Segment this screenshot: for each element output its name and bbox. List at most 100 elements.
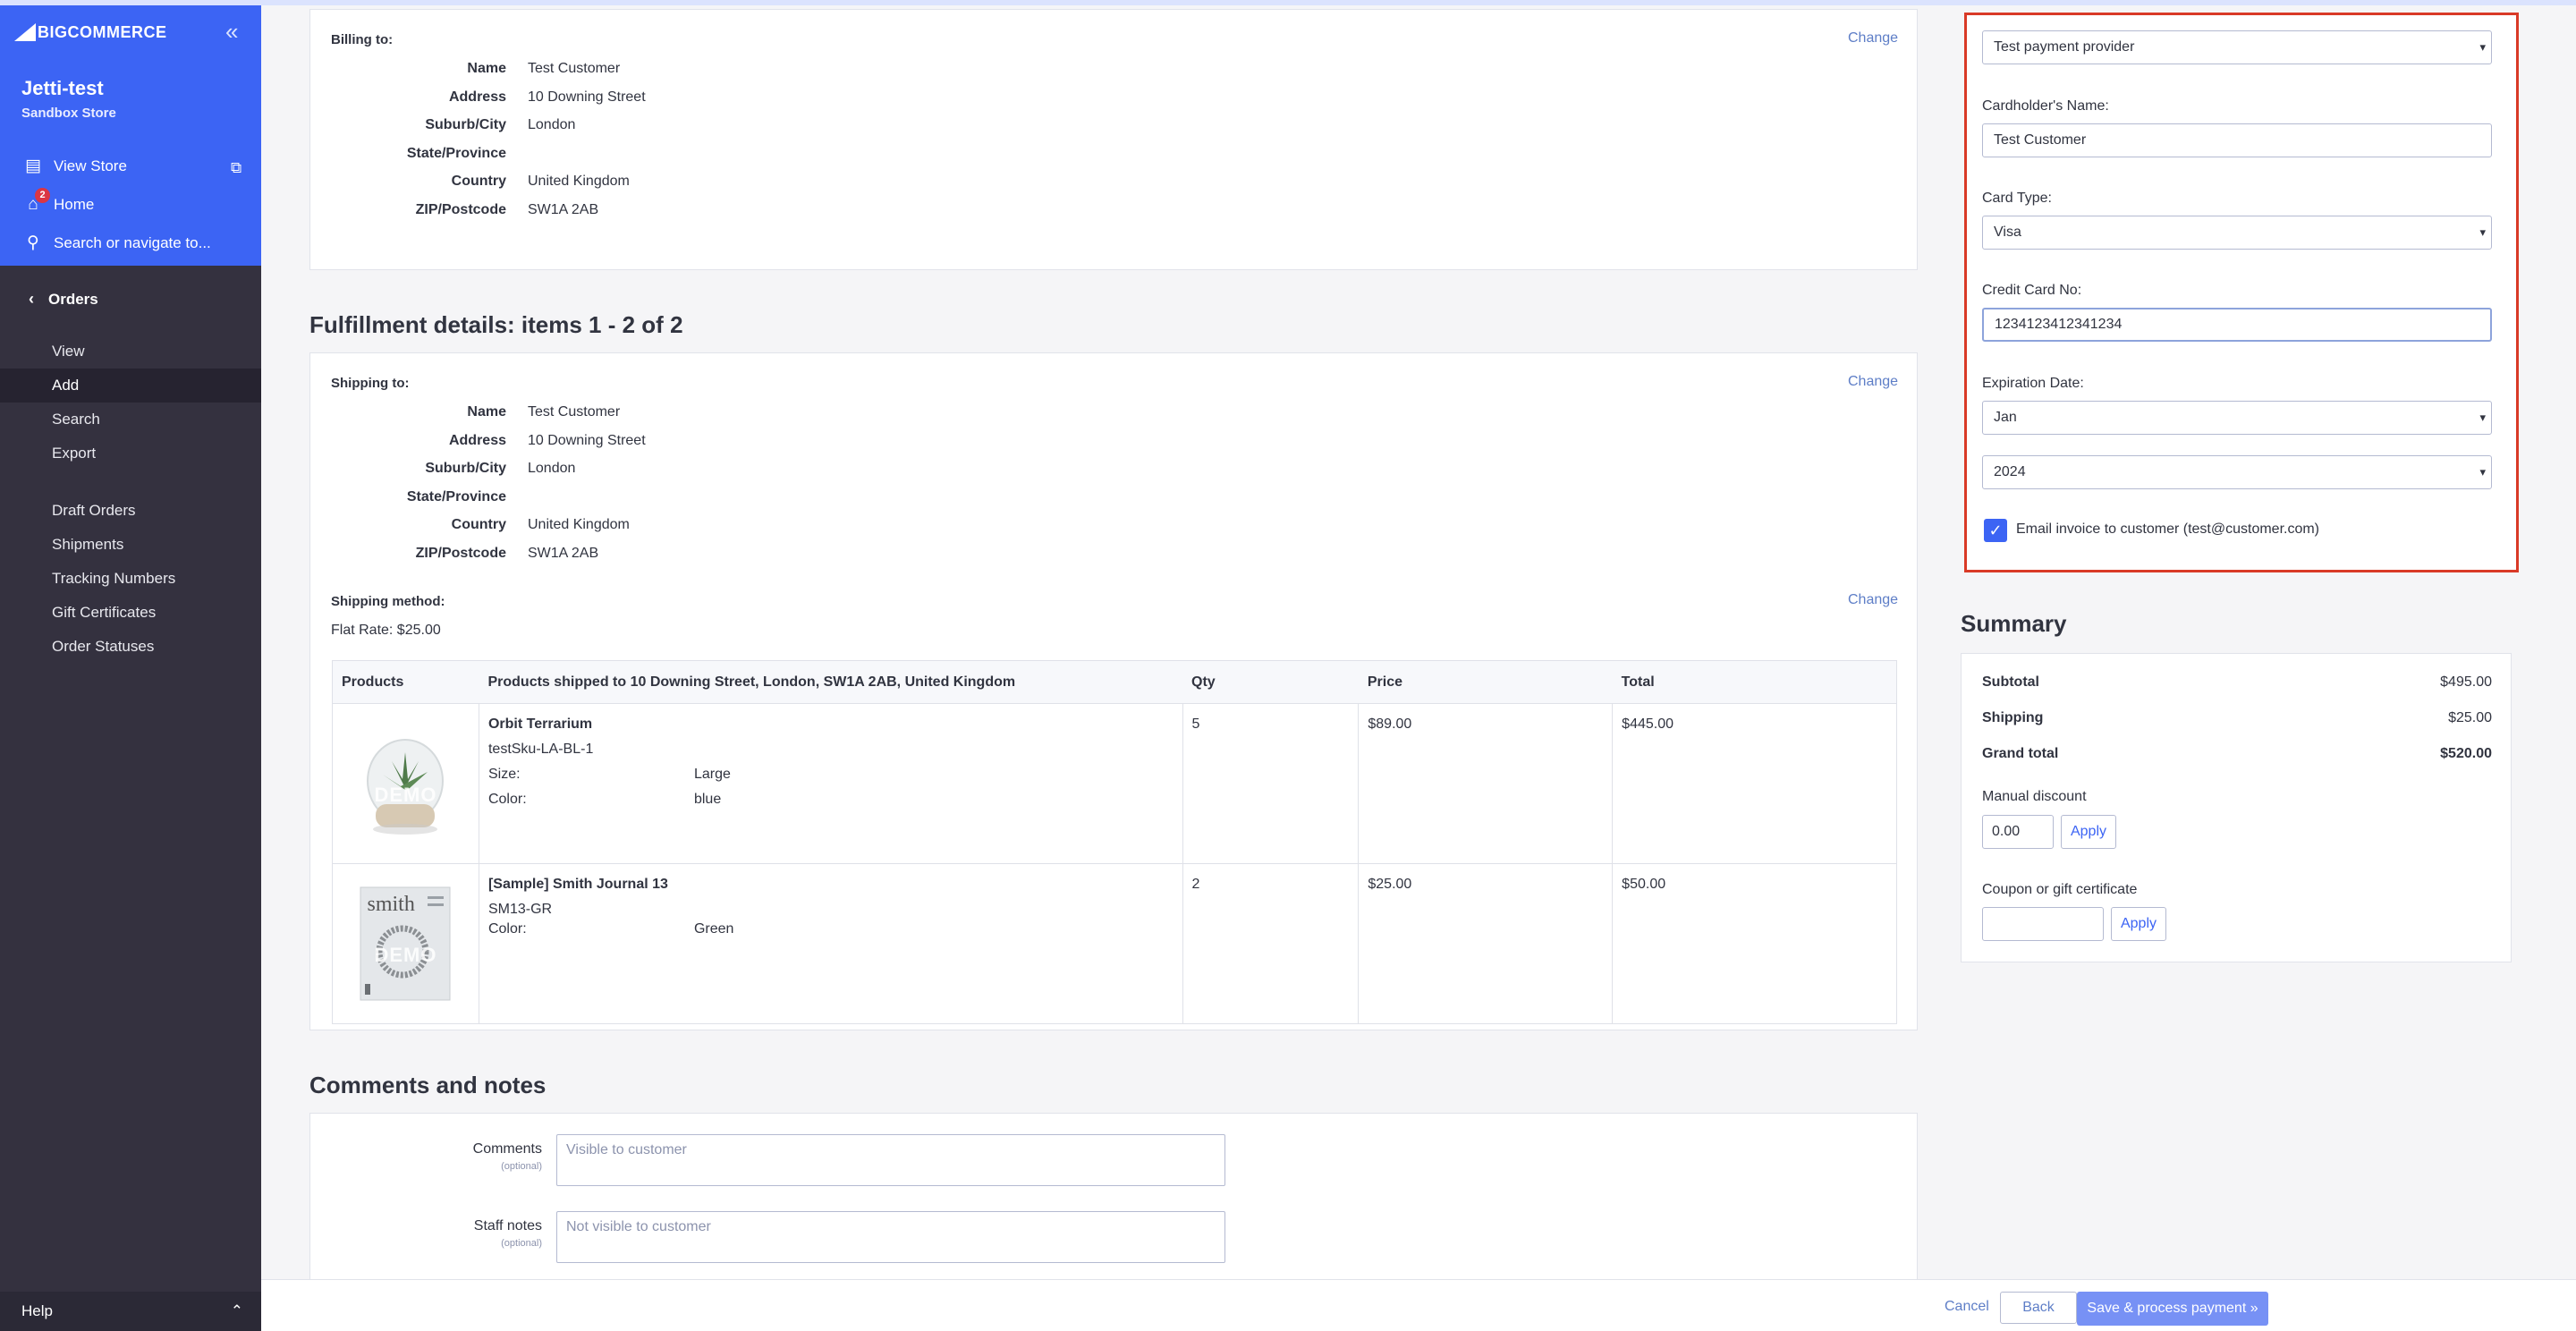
shipping-method-value: Flat Rate: $25.00 [331, 623, 441, 638]
card-type-select[interactable]: Visa ▾ [1982, 216, 2492, 250]
save-process-payment-button[interactable]: Save & process payment » [2077, 1292, 2268, 1326]
view-store-link[interactable]: ▤ View Store [21, 156, 127, 176]
col-shipped-to: Products shipped to 10 Downing Street, L… [479, 660, 1183, 704]
shipping-value: 10 Downing Street [528, 433, 646, 448]
apply-discount-button[interactable]: Apply [2061, 815, 2116, 849]
grand-total-value: $520.00 [2440, 746, 2492, 761]
comments-title: Comments and notes [309, 1072, 547, 1098]
shipping-row: Shipping $25.00 [1982, 710, 2492, 726]
shipping-key: State/Province [406, 489, 506, 504]
billing-value: United Kingdom [528, 174, 630, 189]
card-type-label: Card Type: [1982, 191, 2052, 206]
bigcommerce-logo[interactable]: BIGCOMMERCE [14, 21, 167, 43]
staff-notes-textarea[interactable]: Not visible to customer [556, 1211, 1225, 1263]
billing-key: Address [448, 89, 506, 105]
shipping-change-link[interactable]: Change [1848, 374, 1898, 390]
search-navigate[interactable]: ⚲ Search or navigate to... [21, 233, 211, 253]
sidebar-item-order-statuses[interactable]: Order Statuses [0, 630, 261, 664]
product-name: Orbit Terrarium [487, 716, 593, 732]
billing-key: Suburb/City [425, 117, 506, 132]
product-thumbnail[interactable]: DEMO [356, 725, 454, 842]
cancel-button[interactable]: Cancel [1945, 1299, 1989, 1315]
shipping-method-heading: Shipping method: [331, 594, 445, 609]
grand-total-row: Grand total $520.00 [1982, 746, 2492, 762]
billing-key: State/Province [406, 146, 506, 161]
home-icon: ⌂ 2 [21, 188, 50, 215]
logo-text: BIGCOMMERCE [38, 22, 167, 41]
email-invoice-checkbox[interactable]: ✓ [1984, 519, 2007, 542]
product-details-cell: [Sample] Smith Journal 13 SM13-GR Color:… [479, 863, 1183, 1024]
collapse-sidebar-icon[interactable]: « [225, 18, 238, 46]
sidebar-item-add[interactable]: Add [0, 369, 261, 403]
sidebar-item-export[interactable]: Export [0, 437, 261, 471]
expiration-year-select[interactable]: 2024 ▾ [1982, 455, 2492, 489]
sidebar-item-view[interactable]: View [0, 335, 261, 369]
apply-coupon-button[interactable]: Apply [2111, 907, 2166, 941]
shipping-heading: Shipping to: [331, 376, 410, 391]
shipping-value: United Kingdom [528, 517, 630, 532]
product-attribute: Size: Large [488, 767, 1174, 783]
credit-card-input[interactable]: 1234123412341234 [1982, 308, 2492, 342]
staff-notes-label-text: Staff notes [473, 1218, 542, 1234]
sidebar-item-shipments[interactable]: Shipments [0, 528, 261, 562]
sidebar-item-search[interactable]: Search [0, 403, 261, 437]
back-button[interactable]: Back [2000, 1292, 2077, 1324]
cardholder-label: Cardholder's Name: [1982, 98, 2109, 114]
billing-value: 10 Downing Street [528, 89, 646, 105]
table-header-row: Products Products shipped to 10 Downing … [332, 660, 1897, 704]
orders-back-link[interactable]: ‹ Orders [29, 290, 98, 309]
orders-label: Orders [48, 290, 98, 308]
payment-provider-select[interactable]: Test payment provider ▾ [1982, 30, 2492, 64]
qty-cell: 2 [1182, 863, 1360, 1024]
col-price: Price [1358, 660, 1613, 704]
home-link[interactable]: ⌂ 2 Home [21, 188, 94, 215]
total-cell: $445.00 [1612, 703, 1897, 864]
product-attribute: Color: blue [488, 792, 1174, 808]
grand-total-label: Grand total [1982, 746, 2059, 761]
comments-textarea[interactable]: Visible to customer [556, 1134, 1225, 1186]
demo-watermark: DEMO [374, 784, 437, 806]
fulfillment-title: Fulfillment details: items 1 - 2 of 2 [309, 311, 683, 338]
coupon-input[interactable] [1982, 907, 2104, 941]
expiration-year-value: 2024 [1994, 464, 2026, 479]
attribute-key: Color: [487, 792, 527, 807]
notification-badge: 2 [35, 188, 50, 203]
shipping-row: Suburb/City London [322, 461, 575, 477]
col-qty: Qty [1182, 660, 1359, 704]
comments-label: Comments (optional) [417, 1141, 542, 1172]
store-type: Sandbox Store [21, 106, 116, 121]
coupon-label: Coupon or gift certificate [1982, 882, 2138, 897]
product-thumbnail[interactable]: smith DEMO [356, 886, 454, 1002]
shipping-value: $25.00 [2448, 710, 2492, 725]
top-accent-line [0, 0, 2576, 5]
billing-change-link[interactable]: Change [1848, 30, 1898, 47]
attribute-key: Color: [487, 921, 527, 937]
billing-row: Name Test Customer [322, 61, 620, 77]
cardholder-name-input[interactable]: Test Customer [1982, 123, 2492, 157]
billing-key: Name [467, 61, 506, 76]
sidebar-item-tracking-numbers[interactable]: Tracking Numbers [0, 562, 261, 596]
sidebar-item-draft-orders[interactable]: Draft Orders [0, 494, 261, 528]
subtotal-value: $495.00 [2440, 674, 2492, 690]
store-name: Jetti-test [21, 77, 104, 99]
shipping-method-change-link[interactable]: Change [1848, 592, 1898, 608]
staff-notes-label: Staff notes (optional) [417, 1218, 542, 1249]
sidebar-item-gift-certificates[interactable]: Gift Certificates [0, 596, 261, 630]
shipping-key: Address [448, 433, 506, 448]
col-products: Products [332, 660, 479, 704]
shipping-value: SW1A 2AB [528, 546, 599, 561]
shipping-label: Shipping [1982, 710, 2044, 725]
chevron-down-icon: ▾ [2479, 465, 2486, 479]
manual-discount-label: Manual discount [1982, 789, 2087, 804]
product-name: [Sample] Smith Journal 13 [487, 877, 668, 892]
billing-value: SW1A 2AB [528, 202, 599, 217]
search-icon: ⚲ [27, 233, 39, 252]
attribute-value: Large [693, 767, 731, 782]
help-menu[interactable]: Help ⌃ [0, 1292, 261, 1331]
shipping-key: Name [467, 404, 506, 420]
external-link-icon[interactable]: ⧉ [231, 159, 242, 177]
expiration-month-select[interactable]: Jan ▾ [1982, 401, 2492, 435]
chevron-up-icon: ⌃ [230, 1302, 243, 1319]
manual-discount-input[interactable]: 0.00 [1982, 815, 2054, 849]
billing-value: London [528, 117, 576, 132]
